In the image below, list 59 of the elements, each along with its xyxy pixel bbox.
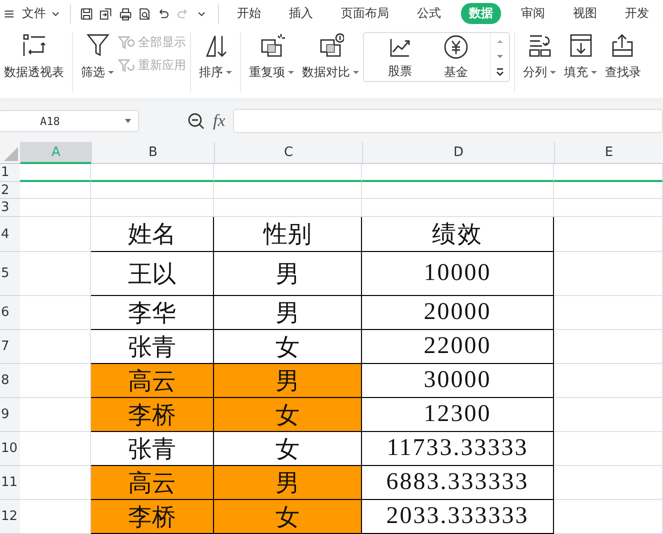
table-cell: 12300 bbox=[362, 398, 554, 432]
table-cell: 2033.333333 bbox=[362, 500, 554, 534]
table-cell: 10000 bbox=[362, 252, 554, 296]
table-cell: 20000 bbox=[362, 296, 554, 330]
table-cell: 男 bbox=[214, 466, 362, 500]
filter-icon bbox=[84, 32, 110, 58]
ribbon-button[interactable]: 排序 bbox=[195, 32, 236, 81]
expand-icon[interactable] bbox=[495, 67, 505, 78]
yen-coin-icon bbox=[443, 34, 469, 60]
chevron-down-icon[interactable] bbox=[52, 10, 60, 18]
filter-refresh-icon bbox=[118, 58, 136, 74]
table-cell: 男 bbox=[214, 364, 362, 398]
gallery-item[interactable]: 基金 bbox=[428, 34, 484, 80]
table-cell: 高云 bbox=[91, 364, 214, 398]
table-cell: 女 bbox=[214, 398, 362, 432]
table-cell: 姓名 bbox=[91, 217, 214, 252]
ribbon-button[interactable]: 数据对比 bbox=[298, 32, 363, 81]
table-cell: 男 bbox=[214, 252, 362, 296]
table-cell: 王以 bbox=[91, 252, 214, 296]
select-all-icon[interactable] bbox=[4, 147, 18, 161]
ribbon-button[interactable]: 筛选 bbox=[77, 32, 118, 81]
table-cell: 李桥 bbox=[91, 500, 214, 534]
table-cell: 李桥 bbox=[91, 398, 214, 432]
menu-icon[interactable] bbox=[4, 8, 14, 20]
table-cell: 高云 bbox=[91, 466, 214, 500]
name-box[interactable]: A18 bbox=[0, 110, 139, 132]
ribbon-tab[interactable]: 页面布局 bbox=[332, 3, 397, 24]
ribbon-tab[interactable]: 插入 bbox=[280, 3, 321, 24]
table-cell: 6883.333333 bbox=[362, 466, 554, 500]
formula-input[interactable] bbox=[233, 109, 663, 133]
table-cell: 李华 bbox=[91, 296, 214, 330]
table-cell: 男 bbox=[214, 296, 362, 330]
table-cell: 22000 bbox=[362, 330, 554, 364]
file-menu[interactable]: 文件 bbox=[22, 5, 46, 22]
ribbon-button[interactable]: 重复项 bbox=[245, 32, 298, 81]
table-cell: 30000 bbox=[362, 364, 554, 398]
ribbon-button[interactable]: 分列 bbox=[519, 32, 560, 81]
table-cell: 张青 bbox=[91, 330, 214, 364]
table-cell: 女 bbox=[214, 330, 362, 364]
ribbon-button[interactable]: 查找录 bbox=[601, 32, 645, 81]
ribbon-tab[interactable]: 审阅 bbox=[512, 3, 553, 24]
gallery-item[interactable]: 股票 bbox=[372, 34, 428, 80]
zoom-icon[interactable] bbox=[187, 112, 205, 130]
table-cell: 女 bbox=[214, 432, 362, 466]
fill-down-icon bbox=[568, 32, 594, 58]
table-cell: 性别 bbox=[214, 217, 362, 252]
table-cell: 女 bbox=[214, 500, 362, 534]
ribbon-button[interactable]: 数据透视表 bbox=[0, 32, 68, 81]
ribbon-tab[interactable]: 公式 bbox=[408, 3, 449, 24]
table-cell: 11733.33333 bbox=[362, 432, 554, 466]
ribbon-button[interactable]: 填充 bbox=[560, 32, 601, 81]
ribbon-tab[interactable]: 开始 bbox=[228, 3, 269, 24]
caret-down-icon bbox=[124, 118, 132, 124]
table-cell: 绩效 bbox=[362, 217, 554, 252]
table-cell: 张青 bbox=[91, 432, 214, 466]
insert-function-button[interactable]: fx bbox=[213, 111, 226, 131]
ribbon-tab[interactable]: 开发 bbox=[616, 3, 657, 24]
ribbon-tab[interactable]: 视图 bbox=[564, 3, 605, 24]
duplicate-icon bbox=[258, 32, 284, 58]
